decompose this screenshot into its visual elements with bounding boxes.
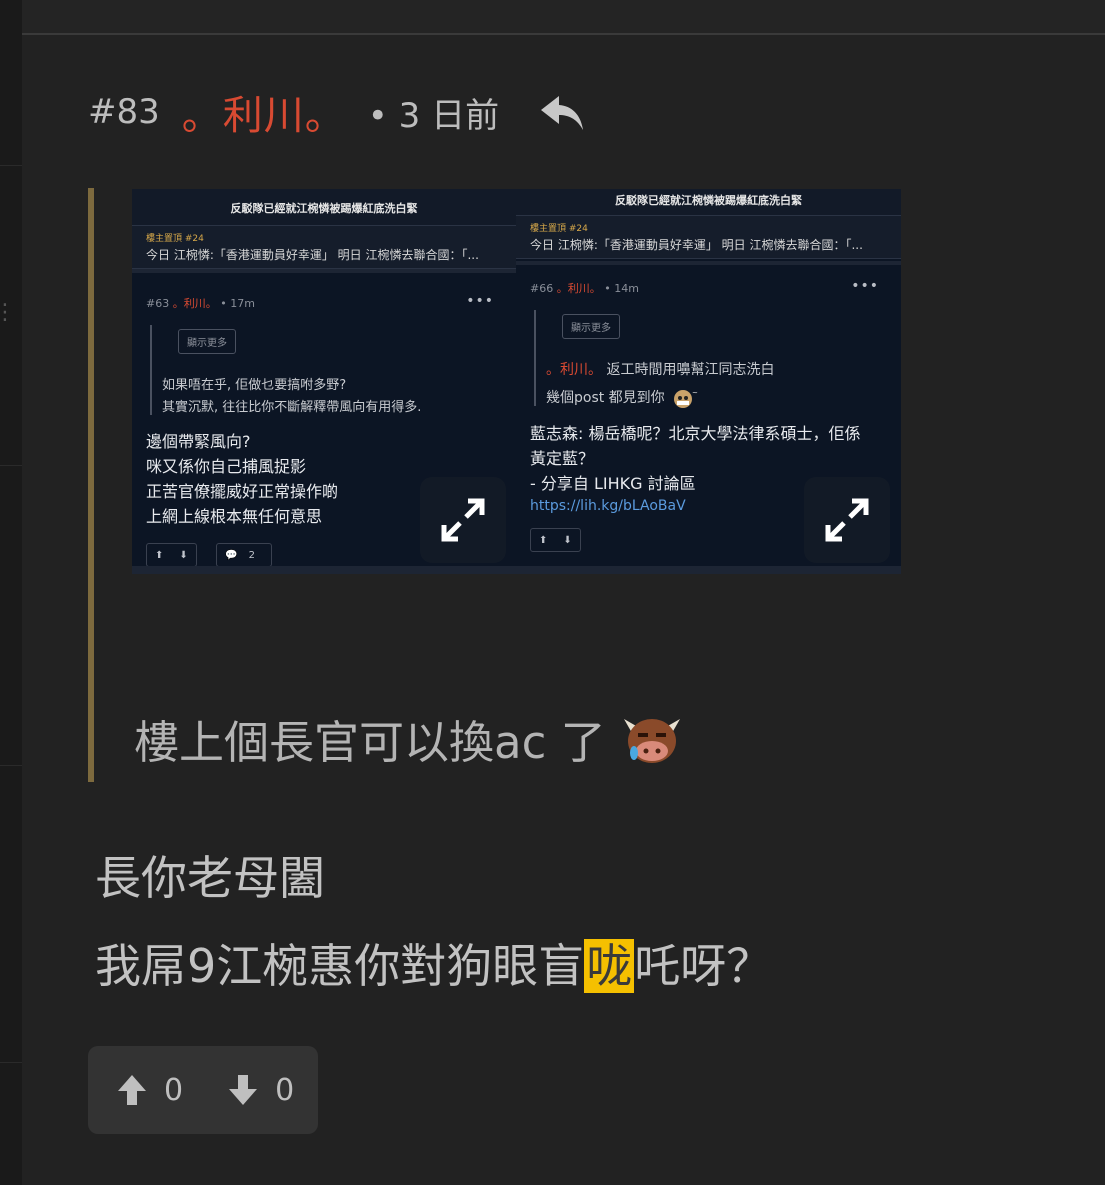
reply-author: 。利川。 <box>172 297 217 310</box>
thread-title: 反駁隊已經就江椀憐被踢爆紅底洗白緊 <box>516 189 901 215</box>
inner-quote-author: 。利川。 <box>546 362 602 378</box>
expand-icon <box>825 498 869 542</box>
post-time: • 3 日前 <box>367 95 500 136</box>
top-separator <box>22 0 1105 35</box>
reply-body: 邊個帶緊風向? 咪又係你自己捕風捉影 正苦官僚擺威好正常操作啲 上網上線根本無任… <box>146 432 339 526</box>
downvote-button[interactable]: 0 <box>227 1046 294 1134</box>
inner-quote-bar <box>150 325 152 415</box>
reply-number: #63 <box>146 297 170 310</box>
more-options-icon: ••• <box>851 278 879 294</box>
reply-arrow-icon[interactable] <box>539 92 585 132</box>
show-more-button: 顯示更多 <box>562 314 620 339</box>
upvote-count: 0 <box>164 1072 184 1108</box>
mini-comment-bar: 💬 2 <box>216 543 273 567</box>
post-number: #83 <box>88 92 160 132</box>
quoted-message: 樓上個長官可以換ac 了 <box>134 706 688 771</box>
reply-meta: #66 。利川。 • 14m <box>530 280 639 296</box>
show-more-button: 顯示更多 <box>178 329 236 354</box>
expand-icon <box>441 498 485 542</box>
inner-quote-bar <box>534 310 536 406</box>
vote-box: 0 0 <box>88 1046 318 1134</box>
mini-vote-bar: ⬆ ⬇ <box>146 543 197 567</box>
quote-line: 如果唔在乎, 佢做乜要搞咐多野? <box>162 378 347 393</box>
thread-title: 反駁隊已經就江椀憐被踢爆紅底洗白緊 <box>132 189 516 225</box>
reply-number: #66 <box>530 282 554 295</box>
more-options-icon: ••• <box>466 293 494 309</box>
sidebar-fragment-icon: ⋮ <box>0 300 16 325</box>
reply-time: • 17m <box>220 297 255 310</box>
pinned-post: 樓主置頂 #24 今日 江椀憐:「香港運動員好幸運」 明日 江椀憐去聯合國：「.… <box>516 215 901 259</box>
reply-time: • 14m <box>604 282 639 295</box>
inner-quote-line: 幾個post 都見到你 ~ <box>546 387 699 409</box>
thumb-down-arrow-icon <box>229 1075 258 1105</box>
quote-bar <box>88 188 94 782</box>
expand-image-button[interactable] <box>420 477 506 563</box>
pinned-text: 今日 江椀憐:「香港運動員好幸運」 明日 江椀憐去聯合國：「... <box>146 248 479 262</box>
quoted-screenshot-1[interactable]: 反駁隊已經就江椀憐被踢爆紅底洗白緊 樓主置頂 #24 今日 江椀憐:「香港運動員… <box>132 189 516 574</box>
author-name[interactable]: 。利川。 <box>182 83 346 141</box>
mini-vote-bar: ⬆ ⬇ <box>530 528 581 552</box>
quoted-screenshot-2[interactable]: 反駁隊已經就江椀憐被踢爆紅底洗白緊 樓主置頂 #24 今日 江椀憐:「香港運動員… <box>516 189 901 574</box>
reply-meta: #63 。利川。 • 17m <box>146 295 255 311</box>
svg-text:~: ~ <box>692 389 698 397</box>
inner-quote-line: 。利川。 返工時間用嚊幫江同志洗白 <box>546 362 775 378</box>
quoted-message-text: 樓上個長官可以換ac 了 <box>134 716 606 769</box>
comment-count: 2 <box>248 549 256 561</box>
pinned-label: 樓主置頂 #24 <box>530 224 588 234</box>
expand-image-button[interactable] <box>804 477 890 563</box>
bull-face-emoji <box>623 718 680 763</box>
pinned-label: 樓主置頂 #24 <box>146 234 204 244</box>
monkey-emoji: ~ <box>674 389 698 408</box>
reply-author: 。利川。 <box>556 282 601 295</box>
left-sidebar-edge <box>0 0 22 1185</box>
pinned-text: 今日 江椀憐:「香港運動員好幸運」 明日 江椀憐去聯合國：「... <box>530 238 863 252</box>
thumb-up-arrow-icon <box>118 1075 146 1105</box>
downvote-count: 0 <box>275 1072 295 1108</box>
post-header: #83 。利川。 • 3 日前 <box>88 83 585 141</box>
quote-line: 其實沉默, 往往比你不斷解釋帶風向有用得多. <box>162 400 422 415</box>
pinned-post: 樓主置頂 #24 今日 江椀憐:「香港運動員好幸運」 明日 江椀憐去聯合國：「.… <box>132 225 516 269</box>
highlighted-char: 咙 <box>584 939 635 993</box>
upvote-button[interactable]: 0 <box>116 1046 183 1134</box>
reply-text-line-2: 我屌9江椀惠你對狗眼盲咙吒呀？ <box>95 939 773 993</box>
reply-text-line-1: 長你老母闔 <box>95 851 325 905</box>
